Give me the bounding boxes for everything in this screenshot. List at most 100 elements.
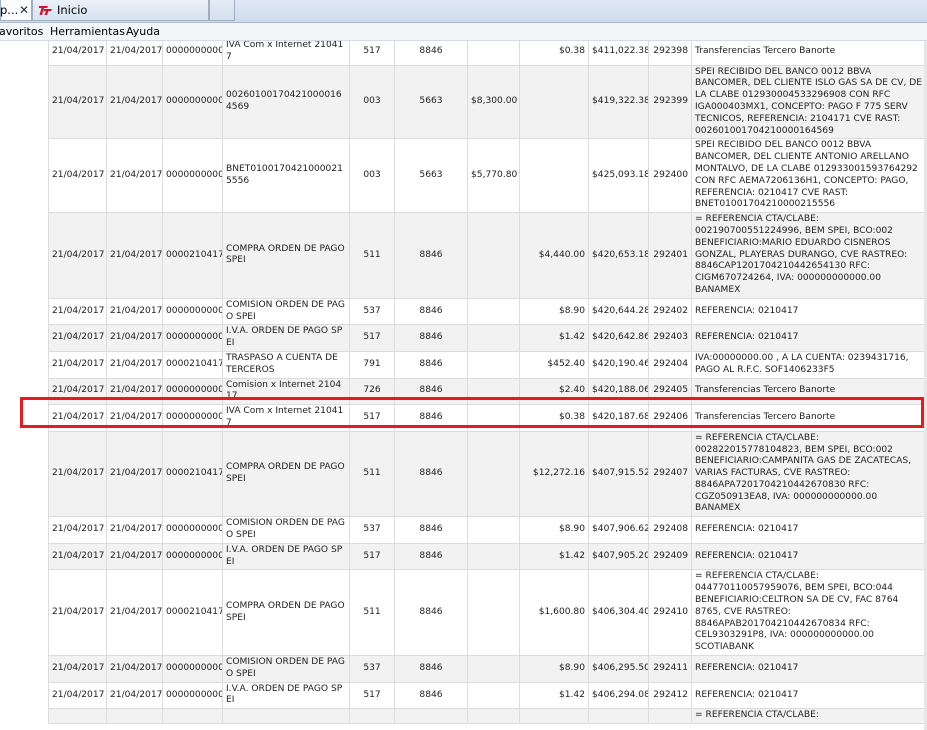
deposito-cell [467,542,520,571]
retiro-cell: $0.38 [519,404,589,432]
sucursal-cell: 5663 [394,138,468,214]
fecha-valor-cell: 21/04/2017 [106,324,163,352]
close-icon[interactable]: ✕ [19,0,29,20]
retiro-cell [519,64,589,140]
retiro-cell: $12,272.16 [519,430,589,518]
codigo-cell: 511 [349,430,395,518]
deposito-cell [467,324,520,352]
descripcion-cell: I.V.A. ORDEN DE PAGO SPEI [222,324,350,352]
retiro-cell [519,708,589,725]
descripcion-cell: COMISION ORDEN DE PAGO SPEI [222,655,350,683]
referencia-num-cell: 0000000000 [162,297,223,326]
referencia-cell: Transferencias Tercero Banorte [691,404,927,432]
referencia-num-cell: 0000000000 [162,324,223,352]
saldo-cell: $425,093.18 [588,138,649,214]
deposito-cell [467,569,520,657]
table-row: 21/04/2017 21/04/2017 0000000000 I.V.A. ORD… [48,681,927,710]
tab-active-title: p... [0,3,19,17]
descripcion-cell: TRASPASO A CUENTA DE TERCEROS [222,350,350,379]
referencia-num-cell: 0000210417 [162,212,223,299]
retiro-cell: $0.38 [519,41,589,66]
referencia-num-cell: 0000210417 [162,430,223,518]
fecha-operacion-cell: 21/04/2017 [48,212,107,299]
referencia-cell: Transferencias Tercero Banorte [691,377,927,406]
table-row: 21/04/2017 21/04/2017 0000000000 I.V.A. ORD… [48,542,927,571]
movimiento-cell: 292401 [648,212,692,299]
descripcion-cell: COMPRA ORDEN DE PAGO SPEI [222,212,350,299]
movimiento-cell: 292405 [648,377,692,406]
descripcion-cell: Comision x Internet 210417 [222,377,350,406]
fecha-valor-cell: 21/04/2017 [106,516,163,544]
referencia-num-cell: 0000000000 [162,542,223,571]
tab-active[interactable]: p... ✕ [0,0,32,21]
codigo-cell: 511 [349,212,395,299]
saldo-cell [588,708,649,725]
deposito-cell [467,377,520,406]
referencia-cell: = REFERENCIA CTA/CLABE: 0028220157781048… [691,430,927,518]
referencia-num-cell: 0000000000 [162,377,223,406]
deposito-cell [467,404,520,432]
fecha-valor-cell: 21/04/2017 [106,681,163,710]
deposito-cell: $5,770.80 [467,138,520,214]
movimiento-cell: 292399 [648,64,692,140]
transactions-table: 21/04/2017 21/04/2017 0000000000 IVA Com x … [48,41,927,725]
tab-inicio-title: Inicio [57,3,88,17]
referencia-cell: = REFERENCIA CTA/CLABE: 0447701100579590… [691,569,927,657]
menu-herramientas[interactable]: Herramientas [50,23,125,40]
new-tab-button[interactable] [209,0,235,21]
fecha-valor-cell: 21/04/2017 [106,138,163,214]
saldo-cell: $420,187.68 [588,404,649,432]
sucursal-cell: 8846 [394,516,468,544]
sucursal-cell: 8846 [394,655,468,683]
tab-inicio[interactable]: Inicio [32,0,209,21]
movimiento-cell: 292409 [648,542,692,571]
transactions-viewport[interactable]: 21/04/2017 21/04/2017 0000000000 IVA Com x … [0,41,927,730]
sucursal-cell: 8846 [394,324,468,352]
retiro-cell: $452.40 [519,350,589,379]
codigo-cell: 517 [349,41,395,66]
menu-favoritos[interactable]: avoritos [0,23,43,40]
deposito-cell [467,212,520,299]
referencia-num-cell: 0000000000 [162,138,223,214]
fecha-valor-cell: 21/04/2017 [106,41,163,66]
table-row: 21/04/2017 21/04/2017 0000000000 COMISION O… [48,297,927,326]
movimiento-cell: 292402 [648,297,692,326]
table-row: 21/04/2017 21/04/2017 0000000000 BNET010017… [48,138,927,214]
menu-ayuda[interactable]: Ayuda [126,23,160,40]
menu-bar: avoritos Herramientas Ayuda [0,23,927,41]
fecha-operacion-cell: 21/04/2017 [48,516,107,544]
codigo-cell: 511 [349,569,395,657]
sucursal-cell: 5663 [394,64,468,140]
descripcion-cell: COMPRA ORDEN DE PAGO SPEI [222,430,350,518]
table-row: 21/04/2017 21/04/2017 0000000000 IVA Com x … [48,41,927,66]
fecha-valor-cell: 21/04/2017 [106,569,163,657]
fecha-valor-cell [106,708,163,725]
table-row: 21/04/2017 21/04/2017 0000000000 0026010017… [48,64,927,140]
descripcion-cell: 002601001704210000164569 [222,64,350,140]
movimiento-cell: 292403 [648,324,692,352]
saldo-cell: $406,294.08 [588,681,649,710]
movimiento-cell: 292398 [648,41,692,66]
codigo-cell: 791 [349,350,395,379]
saldo-cell: $406,304.40 [588,569,649,657]
retiro-cell: $1.42 [519,542,589,571]
codigo-cell: 003 [349,64,395,140]
sucursal-cell: 8846 [394,542,468,571]
fecha-operacion-cell: 21/04/2017 [48,41,107,66]
table-row: 21/04/2017 21/04/2017 0000000000 I.V.A. ORD… [48,324,927,352]
referencia-cell: REFERENCIA: 0210417 [691,516,927,544]
sucursal-cell: 8846 [394,350,468,379]
deposito-cell [467,516,520,544]
saldo-cell: $407,905.20 [588,542,649,571]
codigo-cell: 537 [349,655,395,683]
movimiento-cell: 292400 [648,138,692,214]
referencia-num-cell: 0000000000 [162,655,223,683]
descripcion-cell: IVA Com x Internet 210417 [222,41,350,66]
referencia-num-cell: 0000000000 [162,41,223,66]
referencia-num-cell: 0000000000 [162,516,223,544]
fecha-valor-cell: 21/04/2017 [106,655,163,683]
fecha-operacion-cell: 21/04/2017 [48,64,107,140]
codigo-cell: 517 [349,404,395,432]
retiro-cell: $1.42 [519,681,589,710]
deposito-cell [467,430,520,518]
